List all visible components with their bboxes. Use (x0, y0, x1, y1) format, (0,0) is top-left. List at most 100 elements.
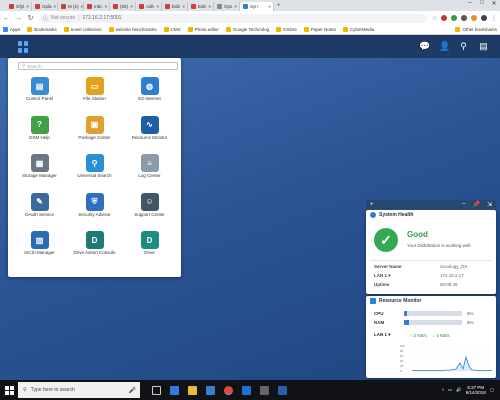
browser-tab[interactable]: Inbc × (84, 2, 110, 11)
app-launcher[interactable]: ✎ OAuth Service (12, 191, 67, 230)
chevron-down-icon[interactable]: ▾ (388, 273, 390, 278)
widget-minimize-icon[interactable]: – (462, 201, 465, 208)
bookmarks-bar: Apps Bookmarks novel collection website ben… (0, 25, 500, 35)
app-launcher[interactable]: ▤ Control Panel (12, 75, 67, 114)
notifications-icon[interactable]: 💬 (419, 41, 430, 52)
star-icon[interactable]: ☆ (432, 15, 437, 22)
widget-settings-icon[interactable]: ⇲ (487, 201, 492, 208)
browser-tab[interactable]: Adh × (136, 2, 162, 11)
network-row: LAN 1 ▾ ↑ 2 KB/s ↓ 4 KB/s (374, 332, 450, 338)
edge-icon[interactable] (170, 385, 179, 395)
tab-close-icon[interactable]: × (268, 4, 271, 9)
microphone-icon[interactable]: 🎤 (129, 387, 136, 394)
minimize-button[interactable]: – (464, 0, 476, 10)
browser-tab[interactable]: (26) × (110, 2, 136, 11)
bookmark-item[interactable]: Google Technolog (225, 27, 269, 32)
tab-close-icon[interactable]: × (208, 4, 211, 9)
bookmark-item[interactable]: Ombre (276, 27, 297, 32)
close-window-button[interactable]: ✕ (488, 0, 500, 10)
notification-center-icon[interactable]: ▢ (490, 387, 494, 393)
tab-close-icon[interactable]: × (81, 4, 84, 9)
app-launcher[interactable]: ◍ EZ-Internet (122, 75, 177, 114)
taskbar-search-box[interactable]: ⚲ Type here to search 🎤 (18, 382, 140, 398)
menu-dots-icon[interactable]: ⋮ (491, 15, 497, 22)
app-launcher[interactable]: D Drive Admin Console (67, 229, 122, 268)
network-icon[interactable]: ▭ (448, 387, 452, 393)
app-launcher[interactable]: ⛨ Security Advisor (67, 191, 122, 230)
other-bookmarks[interactable]: Other bookmarks (455, 27, 497, 32)
browser-tab[interactable]: Ops × (214, 2, 240, 11)
maximize-button[interactable]: □ (476, 0, 488, 10)
profile-avatar[interactable] (481, 15, 487, 21)
info-icon[interactable]: ⓘ (43, 15, 48, 22)
app-label: OAuth Service (24, 211, 54, 217)
bookmark-item[interactable]: Bookmarks (27, 27, 57, 32)
widgets-icon[interactable]: ▤ (479, 41, 488, 52)
download-rate: ↓ 4 KB/s (432, 332, 450, 338)
browser-tab[interactable]: Edit × (188, 2, 214, 11)
extension-icon-1[interactable] (441, 15, 447, 21)
tab-close-icon[interactable]: × (156, 4, 159, 9)
add-widget-icon[interactable]: + (370, 202, 374, 208)
app-launcher[interactable]: ∿ Resource Monitor (122, 114, 177, 153)
bookmark-item[interactable]: CyberMedia (342, 27, 374, 32)
extension-icon-3[interactable] (461, 15, 467, 21)
user-icon[interactable]: 👤 (439, 41, 450, 52)
browser-tab-strip: Gfyl × Gpla × M (1) × Inbc × (26) × Adh × Edit × Edit ×… (0, 0, 500, 11)
extensions: ☆ ⋮ (432, 15, 497, 22)
browser-tab[interactable]: Gpla × (32, 2, 58, 11)
bookmark-label: CMS (170, 27, 181, 32)
task-view-icon[interactable] (152, 385, 161, 395)
app-launcher[interactable]: ▣ Package Center (67, 114, 122, 153)
back-icon[interactable]: ← (3, 15, 10, 22)
lan-row[interactable]: LAN 1 ▾ 172.16.2.17 (374, 273, 492, 279)
chrome-icon[interactable] (224, 385, 233, 395)
search-icon[interactable]: ⚲ (459, 41, 468, 52)
tray-arrow-icon[interactable]: ^ (442, 388, 444, 393)
main-menu-icon[interactable] (17, 40, 31, 54)
bookmark-item[interactable]: CMS (163, 27, 181, 32)
bookmark-item[interactable]: novel collection (63, 27, 102, 32)
lan-label: LAN 1 (374, 273, 388, 278)
tab-close-icon[interactable]: × (26, 4, 29, 9)
forward-icon[interactable]: → (15, 15, 22, 22)
app-launcher[interactable]: D Drive (122, 229, 177, 268)
file-explorer-icon[interactable] (188, 385, 197, 395)
reload-icon[interactable]: ↻ (27, 14, 34, 22)
clock[interactable]: 5:37 PM 9/14/2018 (466, 385, 486, 396)
mail-icon[interactable] (242, 385, 251, 395)
new-tab-button[interactable]: + (277, 3, 281, 9)
browser-tab[interactable]: Syn × (240, 2, 274, 11)
start-button[interactable] (0, 380, 18, 400)
tab-close-icon[interactable]: × (105, 4, 108, 9)
app-launcher[interactable]: ▦ Storage Manager (12, 152, 67, 191)
taskbar-apps (152, 385, 287, 395)
tab-close-icon[interactable]: × (54, 4, 57, 9)
bookmark-item[interactable]: Apps (3, 27, 20, 32)
tab-close-icon[interactable]: × (234, 4, 237, 9)
pin-icon[interactable]: 📌 (472, 201, 479, 208)
extension-icon-4[interactable] (471, 15, 477, 21)
app-icon-1[interactable] (260, 385, 269, 395)
app-launcher[interactable]: ▭ File Station (67, 75, 122, 114)
app-launcher[interactable]: ≡ Log Center (122, 152, 177, 191)
volume-icon[interactable]: 🔊 (456, 387, 462, 393)
browser-tab[interactable]: Edit × (162, 2, 188, 11)
app-launcher[interactable]: ⚲ Universal Search (67, 152, 122, 191)
browser-tab[interactable]: Gfyl × (6, 2, 32, 11)
app-launcher[interactable]: ☺ Support Center (122, 191, 177, 230)
app-icon-2[interactable] (278, 385, 287, 395)
tab-close-icon[interactable]: × (130, 4, 133, 9)
app-launcher[interactable]: ? DSM Help (12, 114, 67, 153)
tab-close-icon[interactable]: × (182, 4, 185, 9)
app-launcher[interactable]: ▥ iSCSI Manager (12, 229, 67, 268)
bookmark-item[interactable]: website benchmarks (108, 27, 157, 32)
store-icon[interactable] (206, 385, 215, 395)
extension-icon-2[interactable] (451, 15, 457, 21)
bookmark-item[interactable]: Paper Notes (303, 27, 336, 32)
menu-search-input[interactable]: ⚲ Search (18, 62, 178, 70)
browser-tab[interactable]: M (1) × (58, 2, 84, 11)
chevron-down-icon[interactable]: ▾ (388, 332, 390, 337)
bookmark-item[interactable]: Photo editor (187, 27, 219, 32)
address-bar[interactable]: ⓘ Not secure | 172.16.2.17:5001 (39, 13, 427, 23)
